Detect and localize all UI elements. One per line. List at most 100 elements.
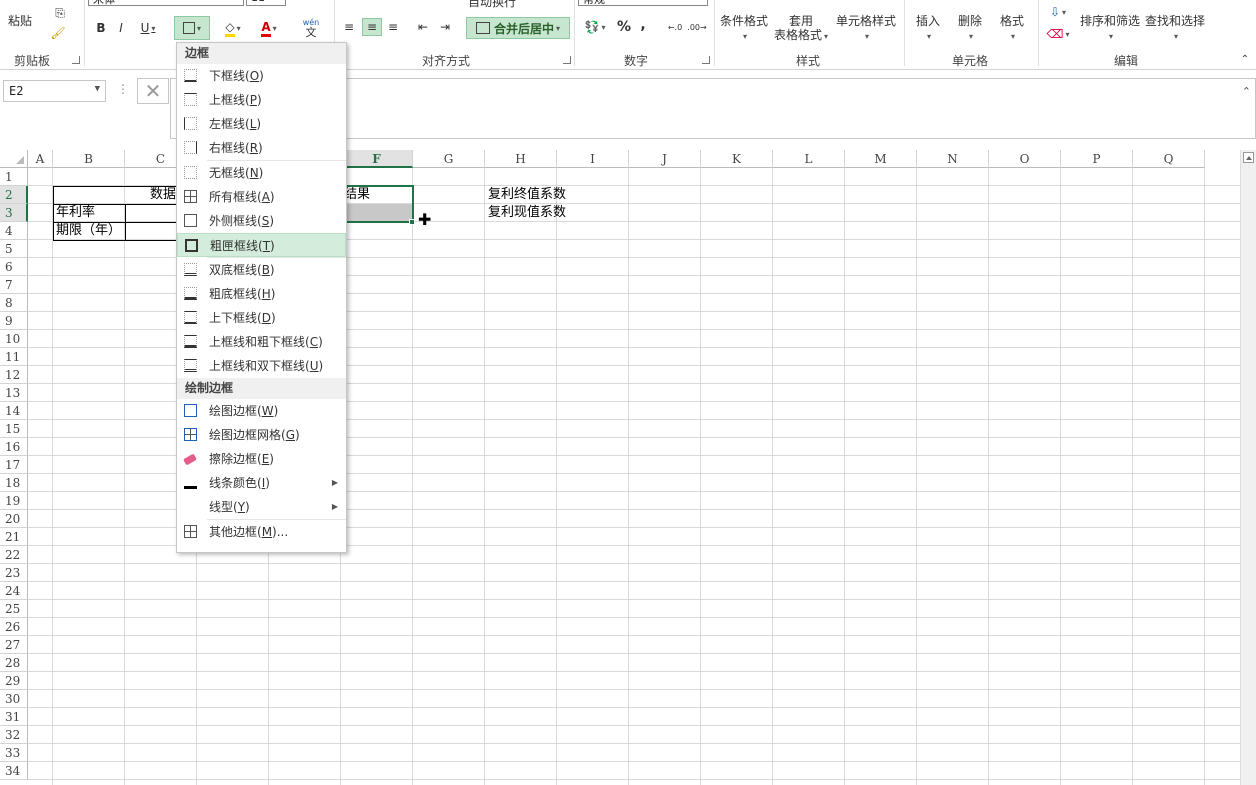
sort-filter-button[interactable]: 排序和筛选 ▾ <box>1080 14 1140 44</box>
find-select-button[interactable]: 查找和选择 ▾ <box>1145 14 1205 44</box>
comma-style-button[interactable]: , <box>638 16 648 34</box>
fill-down-icon[interactable]: ⇩ ▾ <box>1046 4 1070 20</box>
menu-top-bottom-border[interactable]: 上下框线(D) <box>177 306 346 330</box>
row-header-28[interactable]: 28 <box>0 654 28 672</box>
row-header-1[interactable]: 1 <box>0 168 28 186</box>
row-header-29[interactable]: 29 <box>0 672 28 690</box>
cell-h2[interactable]: 复利终值系数 <box>485 186 566 204</box>
row-header-13[interactable]: 13 <box>0 384 28 402</box>
column-header-q[interactable]: Q <box>1133 150 1205 168</box>
menu-double-bottom-border[interactable]: 双底框线(B) <box>177 258 346 282</box>
row-header-9[interactable]: 9 <box>0 312 28 330</box>
column-header-b[interactable]: B <box>53 150 125 168</box>
row-header-31[interactable]: 31 <box>0 708 28 726</box>
alignment-launcher-icon[interactable] <box>563 56 571 64</box>
decrease-decimal-icon[interactable]: .00→ <box>687 20 706 34</box>
column-header-k[interactable]: K <box>701 150 773 168</box>
format-painter-icon[interactable]: 🖌 <box>48 26 68 40</box>
conditional-format-button[interactable]: 条件格式 ▾ <box>720 14 768 44</box>
row-header-27[interactable]: 27 <box>0 636 28 654</box>
clipboard-launcher-icon[interactable] <box>72 56 80 64</box>
row-header-7[interactable]: 7 <box>0 276 28 294</box>
row-header-30[interactable]: 30 <box>0 690 28 708</box>
column-header-l[interactable]: L <box>773 150 845 168</box>
fill-color-button[interactable]: ◇ ▾ <box>218 20 248 37</box>
font-name-box[interactable]: 宋体 <box>88 0 244 6</box>
number-launcher-icon[interactable] <box>702 56 710 64</box>
menu-right-border[interactable]: 右框线(R) <box>177 136 346 160</box>
column-header-p[interactable]: P <box>1061 150 1133 168</box>
row-header-10[interactable]: 10 <box>0 330 28 348</box>
italic-button[interactable]: I <box>114 20 128 36</box>
row-header-15[interactable]: 15 <box>0 420 28 438</box>
bold-button[interactable]: B <box>94 20 108 36</box>
clear-eraser-icon[interactable]: ⌫ ▾ <box>1046 26 1070 42</box>
row-header-4[interactable]: 4 <box>0 222 28 240</box>
row-header-24[interactable]: 24 <box>0 582 28 600</box>
format-as-table-button[interactable]: 套用 表格格式 ▾ <box>774 14 828 44</box>
scroll-up-icon[interactable] <box>1243 152 1254 163</box>
row-header-21[interactable]: 21 <box>0 528 28 546</box>
menu-more-borders[interactable]: 其他边框(M)... <box>177 520 346 544</box>
menu-top-border[interactable]: 上框线(P) <box>177 88 346 112</box>
paste-button[interactable]: 粘贴 <box>8 14 32 28</box>
row-header-23[interactable]: 23 <box>0 564 28 582</box>
underline-button[interactable]: U ▾ <box>136 20 160 36</box>
row-header-3[interactable]: 3 <box>0 204 28 222</box>
row-header-5[interactable]: 5 <box>0 240 28 258</box>
column-header-j[interactable]: J <box>629 150 701 168</box>
insert-cells-button[interactable]: 插入 ▾ <box>916 14 940 44</box>
row-header-16[interactable]: 16 <box>0 438 28 456</box>
row-header-6[interactable]: 6 <box>0 258 28 276</box>
delete-cells-button[interactable]: 删除 ▾ <box>958 14 982 44</box>
menu-bottom-border[interactable]: 下框线(O) <box>177 64 346 88</box>
menu-all-borders[interactable]: 所有框线(A) <box>177 185 346 209</box>
menu-draw-border[interactable]: 绘图边框(W) <box>177 399 346 423</box>
column-header-n[interactable]: N <box>917 150 989 168</box>
row-header-11[interactable]: 11 <box>0 348 28 366</box>
font-size-box[interactable]: 11 <box>246 0 286 6</box>
format-cells-button[interactable]: 格式 ▾ <box>1000 14 1024 44</box>
name-box-dropdown-icon[interactable]: ▼ <box>95 84 100 94</box>
column-header-a[interactable]: A <box>28 150 53 168</box>
cancel-formula-icon[interactable]: ✕ <box>137 78 169 104</box>
row-header-12[interactable]: 12 <box>0 366 28 384</box>
cell-h3[interactable]: 复利现值系数 <box>485 204 566 222</box>
borders-button[interactable]: ▾ <box>174 16 210 40</box>
menu-outside-borders[interactable]: 外侧框线(S) <box>177 209 346 233</box>
align-left-icon[interactable]: ≡ <box>342 20 356 34</box>
decrease-indent-icon[interactable]: ⇤ <box>416 20 430 34</box>
menu-thick-bottom-border[interactable]: 粗底框线(H) <box>177 282 346 306</box>
fill-handle[interactable] <box>409 219 415 225</box>
menu-draw-border-grid[interactable]: 绘图边框网格(G) <box>177 423 346 447</box>
merge-center-button[interactable]: 合并后居中 ▾ <box>466 17 570 39</box>
vertical-scrollbar[interactable] <box>1240 150 1256 785</box>
select-all-corner[interactable] <box>0 150 28 168</box>
align-center-icon[interactable]: ≡ <box>362 18 382 36</box>
row-header-34[interactable]: 34 <box>0 762 28 780</box>
column-header-o[interactable]: O <box>989 150 1061 168</box>
menu-line-color[interactable]: 线条颜色(I) ▶ <box>177 471 346 495</box>
number-format-box[interactable]: 常规 <box>578 0 708 6</box>
collapse-ribbon-icon[interactable]: ⌃ <box>1238 52 1252 66</box>
percent-button[interactable]: % <box>616 18 632 36</box>
expand-formula-bar-icon[interactable]: ⌃ <box>1242 85 1251 98</box>
column-header-g[interactable]: G <box>413 150 485 168</box>
row-header-17[interactable]: 17 <box>0 456 28 474</box>
column-header-h[interactable]: H <box>485 150 557 168</box>
row-header-8[interactable]: 8 <box>0 294 28 312</box>
menu-top-double-bottom-border[interactable]: 上框线和双下框线(U) <box>177 354 346 378</box>
font-color-button[interactable]: A ▾ <box>254 20 284 37</box>
phonetic-button[interactable]: wén 文 <box>296 16 326 40</box>
align-right-icon[interactable]: ≡ <box>386 20 400 34</box>
accounting-format-icon[interactable]: 💱 ▾ <box>580 18 610 36</box>
row-header-19[interactable]: 19 <box>0 492 28 510</box>
row-header-33[interactable]: 33 <box>0 744 28 762</box>
row-header-26[interactable]: 26 <box>0 618 28 636</box>
cell-styles-button[interactable]: 单元格样式 ▾ <box>836 14 896 44</box>
column-header-i[interactable]: I <box>557 150 629 168</box>
row-header-32[interactable]: 32 <box>0 726 28 744</box>
increase-decimal-icon[interactable]: ←.0 <box>666 20 684 34</box>
row-header-2[interactable]: 2 <box>0 186 28 204</box>
menu-no-border[interactable]: 无框线(N) <box>177 161 346 185</box>
